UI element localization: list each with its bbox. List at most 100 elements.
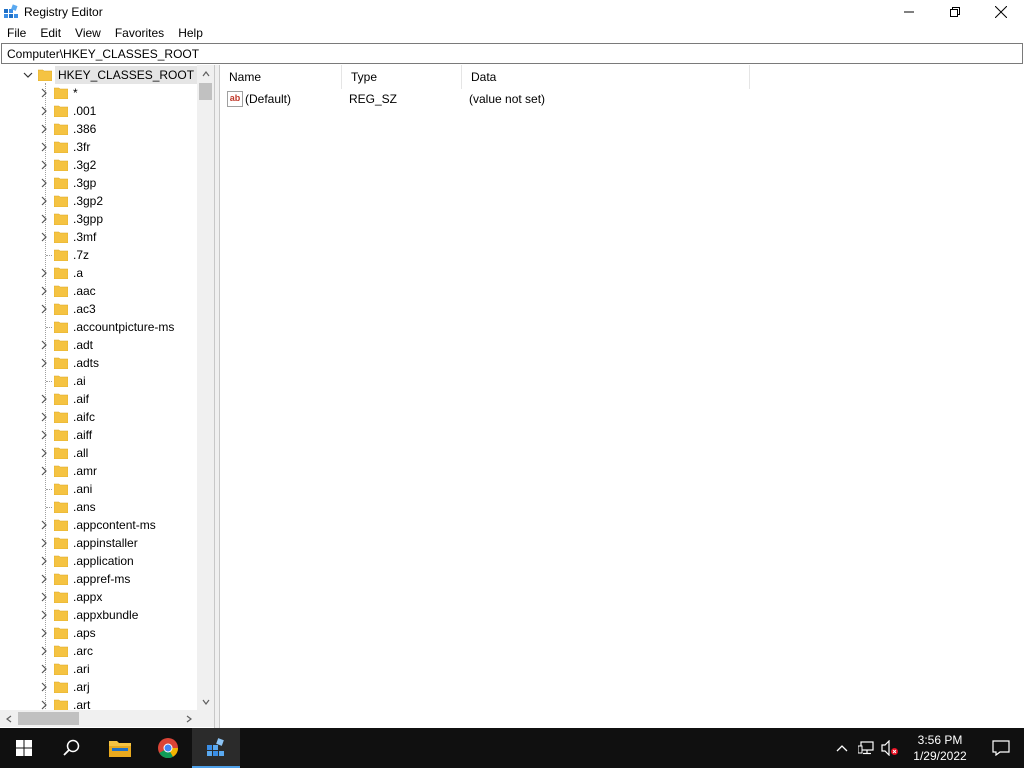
chevron-right-icon[interactable] — [39, 340, 49, 350]
tree-item-label[interactable]: .aif — [73, 390, 89, 408]
chevron-right-icon[interactable] — [39, 430, 49, 440]
tree-item-label[interactable]: .appcontent-ms — [73, 516, 156, 534]
tree-item-label[interactable]: .aac — [73, 282, 96, 300]
tree-root-label[interactable]: HKEY_CLASSES_ROOT — [55, 66, 197, 84]
chrome-button[interactable] — [144, 728, 192, 768]
tree-vertical-scrollbar[interactable] — [197, 65, 214, 710]
search-button[interactable] — [48, 728, 96, 768]
chevron-right-icon[interactable] — [39, 574, 49, 584]
tree-item-label[interactable]: .7z — [73, 246, 89, 264]
key-tree[interactable]: HKEY_CLASSES_ROOT * .001.386.3fr .3g2.3gp.… — [0, 65, 197, 710]
tree-item-label[interactable]: .ai — [73, 372, 86, 390]
column-header-name[interactable]: Name — [220, 65, 342, 89]
menu-file[interactable]: File — [0, 23, 33, 43]
file-explorer-button[interactable] — [96, 728, 144, 768]
chevron-right-icon[interactable] — [39, 106, 49, 116]
chevron-right-icon[interactable] — [39, 448, 49, 458]
minimize-button[interactable] — [886, 0, 932, 23]
tree-item-label[interactable]: .art — [73, 696, 90, 710]
tree-item-label[interactable]: .3g2 — [73, 156, 96, 174]
tree-item-label[interactable]: .3gp — [73, 174, 96, 192]
tree-item-label[interactable]: .arc — [73, 642, 93, 660]
tree-item-label[interactable]: .appx — [73, 588, 102, 606]
chevron-right-icon[interactable] — [39, 412, 49, 422]
tree-item-label[interactable]: .ans — [73, 498, 96, 516]
tree-item[interactable]: .appcontent-ms — [0, 516, 197, 534]
chevron-right-icon[interactable] — [39, 304, 49, 314]
tree-item[interactable]: .3g2 — [0, 156, 197, 174]
tree-item-label[interactable]: .a — [73, 264, 83, 282]
chevron-right-icon[interactable] — [39, 124, 49, 134]
scroll-down-icon[interactable] — [197, 693, 214, 710]
tree-item[interactable]: .001 — [0, 102, 197, 120]
chevron-right-icon[interactable] — [39, 538, 49, 548]
tree-item-label[interactable]: .all — [73, 444, 88, 462]
volume-button[interactable] — [878, 728, 902, 768]
chevron-right-icon[interactable] — [39, 700, 49, 710]
chevron-right-icon[interactable] — [39, 466, 49, 476]
tree-item-label[interactable]: .ac3 — [73, 300, 96, 318]
chevron-right-icon[interactable] — [39, 610, 49, 620]
tree-item[interactable]: .3fr — [0, 138, 197, 156]
values-pane[interactable]: Name Type Data ab (Default) REG_SZ (valu… — [219, 65, 1024, 728]
tree-item-label[interactable]: .accountpicture-ms — [73, 318, 174, 336]
tree-item[interactable]: .ai — [0, 372, 197, 390]
tree-item-label[interactable]: .aiff — [73, 426, 92, 444]
chevron-right-icon[interactable] — [39, 214, 49, 224]
tree-item[interactable]: .ani — [0, 480, 197, 498]
regedit-app-icon[interactable] — [3, 3, 19, 20]
chevron-right-icon[interactable] — [39, 160, 49, 170]
tree-item-label[interactable]: .3gp2 — [73, 192, 103, 210]
address-bar[interactable]: Computer\HKEY_CLASSES_ROOT — [1, 43, 1023, 64]
tree-item-label[interactable]: .aifc — [73, 408, 95, 426]
horizontal-scroll-thumb[interactable] — [18, 712, 79, 725]
tree-item-label[interactable]: .appref-ms — [73, 570, 130, 588]
chevron-right-icon[interactable] — [39, 286, 49, 296]
tree-item[interactable]: .application — [0, 552, 197, 570]
tree-item[interactable]: .386 — [0, 120, 197, 138]
tree-item[interactable]: .3gpp — [0, 210, 197, 228]
tree-item-label[interactable]: .arj — [73, 678, 90, 696]
tree-item-label[interactable]: .ani — [73, 480, 92, 498]
menu-help[interactable]: Help — [171, 23, 210, 43]
chevron-right-icon[interactable] — [39, 628, 49, 638]
tree-item[interactable]: .arc — [0, 642, 197, 660]
tree-item[interactable]: .amr — [0, 462, 197, 480]
chevron-down-icon[interactable] — [23, 70, 33, 80]
tree-item[interactable]: .appx — [0, 588, 197, 606]
tree-item[interactable]: .aif — [0, 390, 197, 408]
tree-item-label[interactable]: .001 — [73, 102, 96, 120]
tree-item[interactable]: .accountpicture-ms — [0, 318, 197, 336]
chevron-right-icon[interactable] — [39, 232, 49, 242]
tree-item-label[interactable]: .3fr — [73, 138, 90, 156]
tree-item[interactable]: .ac3 — [0, 300, 197, 318]
show-hidden-icons-button[interactable] — [830, 728, 854, 768]
tree-item[interactable]: .3mf — [0, 228, 197, 246]
tree-item[interactable]: * — [0, 84, 197, 102]
chevron-right-icon[interactable] — [39, 394, 49, 404]
chevron-right-icon[interactable] — [39, 664, 49, 674]
chevron-right-icon[interactable] — [39, 682, 49, 692]
tree-item[interactable]: .adt — [0, 336, 197, 354]
tree-item-label[interactable]: .3mf — [73, 228, 96, 246]
tree-item-label[interactable]: .amr — [73, 462, 97, 480]
tree-item[interactable]: .aifc — [0, 408, 197, 426]
clock[interactable]: 3:56 PM 1/29/2022 — [902, 728, 978, 768]
tree-item-label[interactable]: .386 — [73, 120, 96, 138]
scroll-left-icon[interactable] — [0, 710, 17, 727]
column-header-type[interactable]: Type — [342, 65, 462, 89]
chevron-right-icon[interactable] — [39, 196, 49, 206]
tree-item[interactable]: .appref-ms — [0, 570, 197, 588]
tree-item[interactable]: .a — [0, 264, 197, 282]
tree-item-label[interactable]: .ari — [73, 660, 90, 678]
tree-item[interactable]: .7z — [0, 246, 197, 264]
chevron-right-icon[interactable] — [39, 268, 49, 278]
network-button[interactable] — [854, 728, 878, 768]
tree-item-label[interactable]: .adts — [73, 354, 99, 372]
value-row[interactable]: ab (Default) REG_SZ (value not set) — [220, 89, 1024, 109]
menu-view[interactable]: View — [68, 23, 108, 43]
tree-item-label[interactable]: * — [73, 84, 78, 102]
tree-item[interactable]: .ans — [0, 498, 197, 516]
tree-item-label[interactable]: .appxbundle — [73, 606, 138, 624]
tree-item-label[interactable]: .application — [73, 552, 134, 570]
